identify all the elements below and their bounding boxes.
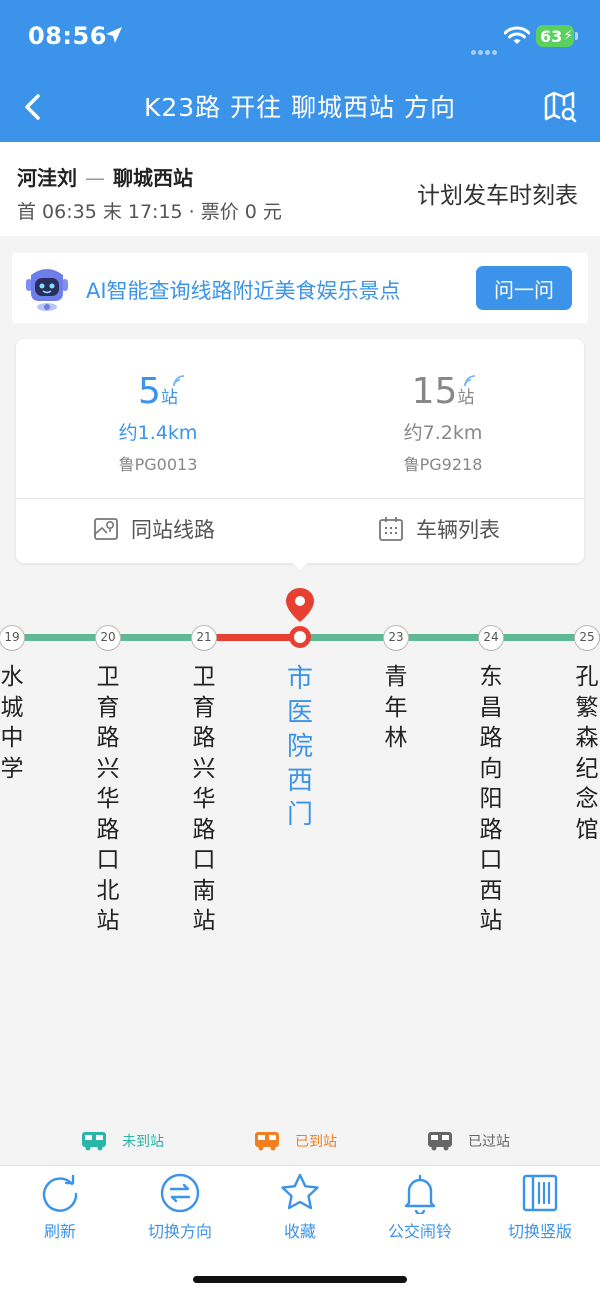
switch-vertical-label: 切换竖版 (507, 1222, 572, 1241)
vehicle-list-button[interactable]: 车辆列表 (378, 514, 500, 544)
location-pin-icon (286, 588, 314, 622)
current-stop-marker[interactable] (289, 626, 311, 648)
wifi-icon (504, 26, 530, 44)
favorite-button[interactable]: 收藏 (240, 1172, 360, 1242)
bus-stops-unit: 站 (160, 388, 178, 408)
bus-teal-icon (82, 1132, 106, 1151)
bus-gray-icon (428, 1132, 452, 1151)
vertical-layout-icon (522, 1174, 558, 1212)
status-time: 08:56 (28, 22, 107, 50)
card-divider (16, 498, 584, 499)
bus-stops-count: 5 (138, 371, 161, 412)
bus-arrival-1[interactable]: 5站 约1.4km 鲁PG0013 (58, 370, 258, 475)
stop-number-20[interactable]: 20 (95, 625, 121, 651)
legend-not-arrived: 未到站 (80, 1130, 164, 1152)
refresh-icon (42, 1174, 78, 1212)
robot-icon (26, 269, 68, 311)
ai-banner-text: AI智能查询线路附近美食娱乐景点 (86, 279, 401, 303)
header-bar: 08:56 63 ⚡ K23路 开往 聊城西站 方向 (0, 0, 600, 142)
favorite-label: 收藏 (283, 1222, 316, 1241)
status-bar: 08:56 63 ⚡ (0, 0, 600, 72)
bus-distance: 约1.4km (118, 422, 198, 444)
same-station-lines-button[interactable]: 同站线路 (93, 514, 215, 544)
same-station-label: 同站线路 (131, 518, 215, 542)
route-times: 首 06:35 末 17:15 · 票价 0 元 (17, 201, 282, 223)
route-endpoints: 河洼刘 — 聊城西站 (17, 162, 193, 191)
cellular-signal-icon (471, 40, 499, 55)
location-arrow-icon (106, 27, 122, 43)
stop-number-23[interactable]: 23 (383, 625, 409, 651)
realtime-signal-icon (464, 375, 476, 387)
battery-level: 63 (540, 26, 563, 46)
realtime-signal-icon (173, 375, 185, 387)
refresh-label: 刷新 (43, 1222, 76, 1241)
stop-name[interactable]: 卫育路兴华路口北站 (95, 662, 121, 937)
route-separator: — (85, 166, 105, 190)
page-title: K23路 开往 聊城西站 方向 (143, 93, 457, 122)
map-pin-icon (94, 518, 118, 540)
switch-direction-button[interactable]: 切换方向 (120, 1172, 240, 1242)
route-line-segment-passed (300, 634, 600, 641)
legend-arrived-label: 已到站 (295, 1134, 337, 1150)
stop-name[interactable]: 卫育路兴华路口南站 (191, 662, 217, 937)
map-search-icon[interactable] (543, 90, 577, 124)
bus-plate: 鲁PG0013 (118, 455, 198, 474)
route-to: 聊城西站 (113, 166, 193, 190)
stop-number-25[interactable]: 25 (574, 625, 600, 651)
refresh-button[interactable]: 刷新 (0, 1172, 120, 1242)
stop-name[interactable]: 青年林 (383, 662, 409, 754)
stop-name[interactable]: 孔繁森纪念馆 (574, 662, 600, 845)
switch-vertical-button[interactable]: 切换竖版 (480, 1172, 600, 1242)
bus-distance: 约7.2km (403, 422, 483, 444)
legend-passed: 已过站 (426, 1130, 510, 1152)
stop-number-19[interactable]: 19 (0, 625, 25, 651)
switch-direction-label: 切换方向 (147, 1222, 212, 1241)
legend-not-arrived-label: 未到站 (122, 1134, 164, 1150)
bell-icon (404, 1174, 436, 1214)
switch-direction-icon (160, 1173, 200, 1213)
vehicle-list-label: 车辆列表 (416, 518, 500, 542)
bus-alarm-label: 公交闹铃 (387, 1222, 452, 1241)
schedule-link[interactable]: 计划发车时刻表 (417, 176, 578, 210)
route-line-segment-current (205, 634, 300, 641)
bus-plate: 鲁PG9218 (403, 455, 483, 474)
stop-name[interactable]: 东昌路向阳路口西站 (478, 662, 504, 937)
bus-orange-icon (255, 1132, 279, 1151)
bus-stops-count: 15 (411, 371, 458, 412)
ai-banner[interactable]: AI智能查询线路附近美食娱乐景点 问一问 (12, 253, 588, 323)
battery-nub (575, 32, 578, 40)
battery-indicator: 63 ⚡ (536, 25, 574, 47)
card-pointer (290, 560, 310, 570)
legend-arrived: 已到站 (253, 1130, 337, 1152)
stop-number-24[interactable]: 24 (478, 625, 504, 651)
calendar-icon (379, 517, 403, 541)
charging-bolt-icon: ⚡ (563, 28, 574, 44)
bus-stops-unit: 站 (457, 388, 475, 408)
home-indicator (193, 1276, 407, 1283)
stop-name[interactable]: 水城中学 (0, 662, 25, 784)
ask-button[interactable]: 问一问 (476, 266, 572, 310)
star-icon (281, 1173, 319, 1210)
bus-alarm-button[interactable]: 公交闹铃 (360, 1172, 480, 1242)
route-from: 河洼刘 (17, 166, 77, 190)
stop-number-21[interactable]: 21 (191, 625, 217, 651)
current-stop-name[interactable]: 市医院西门 (285, 662, 315, 832)
legend-passed-label: 已过站 (468, 1134, 510, 1150)
bus-arrival-2[interactable]: 15站 约7.2km 鲁PG9218 (343, 370, 543, 475)
